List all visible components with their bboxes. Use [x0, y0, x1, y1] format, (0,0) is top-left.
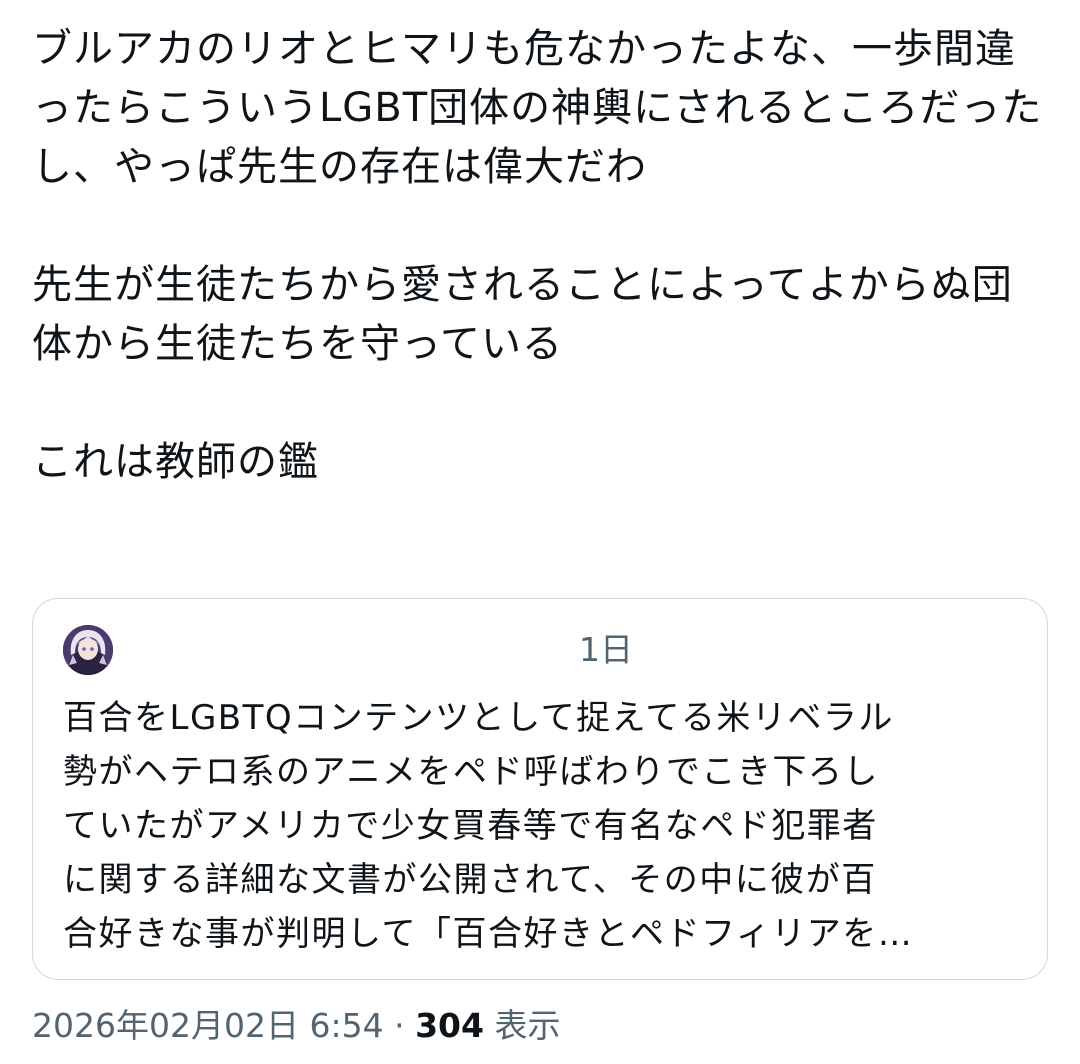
quoted-text-line: 合好きな事が判明して「百合好きとペドフィリアを…: [63, 914, 914, 954]
avatar-image: [63, 625, 113, 675]
meta-separator: ·: [394, 1006, 405, 1045]
post-text: ブルアカのリオとヒマリも危なかったよな、一歩間違ったらこういうLGBT団体の神輿…: [32, 20, 1048, 492]
quoted-text-line: に関する詳細な文書が公開されて、その中に彼が百: [63, 860, 877, 900]
post-paragraph-3: これは教師の鑑: [32, 439, 319, 485]
quoted-post-text: 百合をLGBTQコンテンツとして捉えてる米リベラル 勢がヘテロ系のアニメをペド呼…: [63, 691, 1018, 961]
quoted-text-line: ていたがアメリカで少女買春等で有名なペド犯罪者: [63, 806, 878, 846]
quoted-author-name-redacted[interactable]: [137, 629, 557, 669]
quoted-post-card[interactable]: 1日 百合をLGBTQコンテンツとして捉えてる米リベラル 勢がヘテロ系のアニメを…: [32, 598, 1048, 980]
post-paragraph-1: ブルアカのリオとヒマリも危なかったよな、一歩間違ったらこういうLGBT団体の神輿…: [32, 26, 1043, 190]
post: ブルアカのリオとヒマリも危なかったよな、一歩間違ったらこういうLGBT団体の神輿…: [32, 0, 1048, 492]
quoted-post-time[interactable]: 1日: [579, 630, 633, 670]
quoted-post-header: 1日: [63, 625, 1013, 675]
post-timestamp[interactable]: 2026年02月02日 6:54: [32, 1006, 384, 1045]
views-count: 304: [415, 1006, 484, 1045]
quoted-text-line: 勢がヘテロ系のアニメをペド呼ばわりでこき下ろし: [63, 752, 879, 792]
views-label: 表示: [494, 1006, 561, 1045]
quoted-text-line: 百合をLGBTQコンテンツとして捉えてる米リベラル: [63, 698, 894, 738]
post-paragraph-2: 先生が生徒たちから愛されることによってよからぬ団体から生徒たちを守っている: [32, 262, 1013, 367]
post-meta: 2026年02月02日 6:54 · 304 表示: [32, 1004, 560, 1048]
avatar[interactable]: [63, 625, 113, 675]
